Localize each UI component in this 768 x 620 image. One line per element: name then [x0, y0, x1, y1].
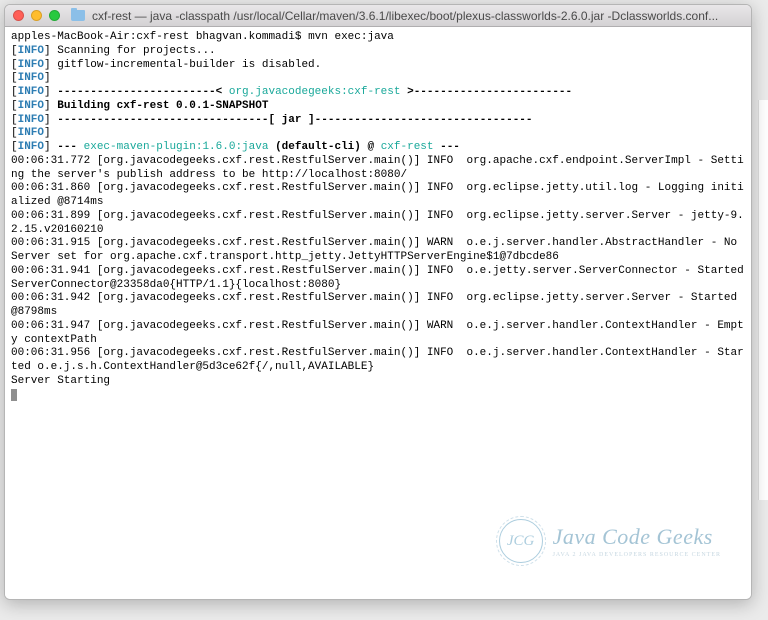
titlebar[interactable]: cxf-rest — java -classpath /usr/local/Ce… [5, 5, 751, 27]
jar-divider: --------------------------------[ jar ]-… [57, 114, 532, 126]
building-line: Building cxf-rest 0.0.1-SNAPSHOT [57, 100, 268, 112]
terminal-window: cxf-rest — java -classpath /usr/local/Ce… [4, 4, 752, 600]
watermark-logo-icon: JCG [499, 519, 543, 563]
exec-post: --- [434, 141, 460, 153]
watermark-text: Java Code Geeks JAVA 2 JAVA DEVELOPERS R… [553, 523, 721, 559]
divider: ------------------------< [57, 86, 229, 98]
window-title: cxf-rest — java -classpath /usr/local/Ce… [92, 9, 743, 23]
log-line: 00:06:31.941 [org.javacodegeeks.cxf.rest… [11, 265, 750, 291]
log-level-info: INFO [18, 72, 44, 84]
close-icon[interactable] [13, 10, 24, 21]
log-line: gitflow-incremental-builder is disabled. [57, 59, 321, 71]
log-line: 00:06:31.956 [org.javacodegeeks.cxf.rest… [11, 347, 744, 373]
watermark: JCG Java Code Geeks JAVA 2 JAVA DEVELOPE… [499, 519, 721, 563]
prompt-command: mvn exec:java [308, 31, 394, 43]
watermark-title: Java Code Geeks [553, 523, 721, 551]
terminal-output[interactable]: apples-MacBook-Air:cxf-rest bhagvan.komm… [5, 27, 751, 599]
minimize-icon[interactable] [31, 10, 42, 21]
log-level-info: INFO [18, 141, 44, 153]
log-level-info: INFO [18, 59, 44, 71]
log-level-info: INFO [18, 45, 44, 57]
server-starting: Server Starting [11, 375, 110, 387]
exec-artifact: cxf-rest [381, 141, 434, 153]
log-line: 00:06:31.947 [org.javacodegeeks.cxf.rest… [11, 320, 744, 346]
background-sidebar [758, 100, 768, 500]
exec-plugin: exec-maven-plugin:1.6.0:java [84, 141, 269, 153]
folder-icon [71, 10, 85, 21]
log-line: 00:06:31.899 [org.javacodegeeks.cxf.rest… [11, 210, 744, 236]
log-level-info: INFO [18, 86, 44, 98]
log-level-info: INFO [18, 127, 44, 139]
log-line: 00:06:31.772 [org.javacodegeeks.cxf.rest… [11, 155, 744, 181]
exec-mid: (default-cli) @ [268, 141, 380, 153]
log-line: 00:06:31.860 [org.javacodegeeks.cxf.rest… [11, 182, 744, 208]
divider: >------------------------ [401, 86, 573, 98]
watermark-subtitle: JAVA 2 JAVA DEVELOPERS RESOURCE CENTER [553, 552, 721, 560]
log-line: Scanning for projects... [57, 45, 215, 57]
log-level-info: INFO [18, 100, 44, 112]
log-level-info: INFO [18, 114, 44, 126]
traffic-lights [13, 10, 60, 21]
prompt-host: apples-MacBook-Air:cxf-rest bhagvan.komm… [11, 31, 308, 43]
exec-pre: --- [57, 141, 83, 153]
cursor-icon [11, 389, 17, 401]
log-line: 00:06:31.942 [org.javacodegeeks.cxf.rest… [11, 292, 744, 318]
maximize-icon[interactable] [49, 10, 60, 21]
project-id: org.javacodegeeks:cxf-rest [229, 86, 401, 98]
log-line: 00:06:31.915 [org.javacodegeeks.cxf.rest… [11, 237, 744, 263]
